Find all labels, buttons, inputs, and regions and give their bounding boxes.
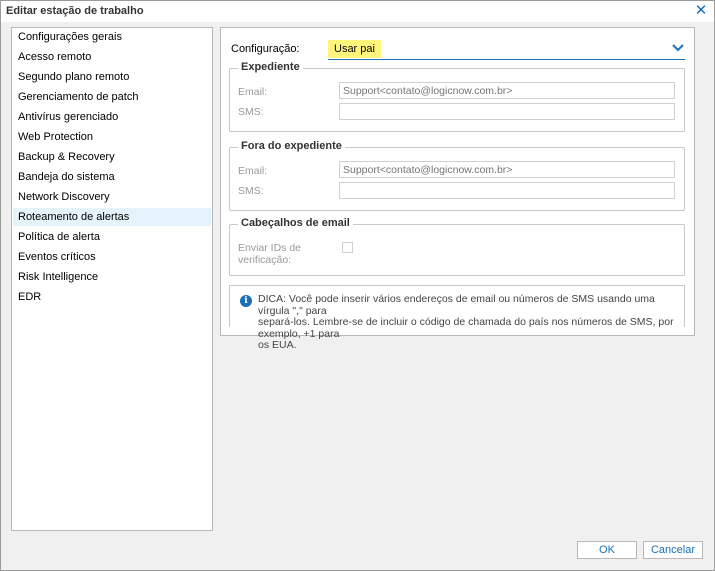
expediente-group: Expediente Email: SMS:: [229, 61, 685, 132]
expediente-sms-label: SMS:: [238, 106, 264, 118]
dialog-title: Editar estação de trabalho: [6, 5, 144, 17]
sidebar-item-label: Gerenciamento de patch: [18, 91, 139, 103]
configuration-selected-value: Usar pai: [328, 40, 381, 58]
fora-do-expediente-title: Fora do expediente: [238, 140, 345, 152]
email-headers-title: Cabeçalhos de email: [238, 217, 353, 229]
sidebar-item-label: Bandeja do sistema: [18, 171, 115, 183]
configuration-label: Configuração:: [231, 43, 300, 55]
expediente-email-input[interactable]: [339, 82, 675, 99]
tip-line-3: os EUA.: [258, 339, 297, 351]
sidebar-item-risk-intelligence[interactable]: Risk Intelligence: [13, 268, 211, 286]
tip-text: DICA: Você pode inserir vários endereços…: [258, 293, 680, 352]
configuration-dropdown[interactable]: Usar pai: [328, 39, 685, 60]
info-icon: i: [240, 295, 252, 307]
sidebar-item-segundo-plano-remoto[interactable]: Segundo plano remoto: [13, 68, 211, 86]
expediente-email-label: Email:: [238, 86, 268, 98]
fora-email-label: Email:: [238, 165, 268, 177]
tip-line-2: separá-los. Lembre-se de incluir o códig…: [258, 316, 674, 340]
sidebar-item-network-discovery[interactable]: Network Discovery: [13, 188, 211, 206]
chevron-down-icon[interactable]: [671, 40, 685, 56]
sidebar-item-label: Web Protection: [18, 131, 94, 143]
sidebar-item-acesso-remoto[interactable]: Acesso remoto: [13, 48, 211, 66]
sidebar-item-label: Configurações gerais: [18, 31, 122, 43]
expediente-sms-input[interactable]: [339, 103, 675, 120]
sidebar-item-eventos-criticos[interactable]: Eventos críticos: [13, 248, 211, 266]
sidebar-item-label: Backup & Recovery: [18, 151, 115, 163]
close-icon[interactable]: ✕: [694, 3, 708, 19]
email-headers-group: Cabeçalhos de email Enviar IDs de verifi…: [229, 217, 685, 276]
tip-line-1: DICA: Você pode inserir vários endereços…: [258, 293, 655, 317]
fora-sms-label: SMS:: [238, 185, 264, 197]
sidebar-item-label: Eventos críticos: [18, 251, 96, 263]
sidebar-item-roteamento-de-alertas[interactable]: Roteamento de alertas: [13, 208, 211, 226]
sidebar-item-label: Antivírus gerenciado: [18, 111, 119, 123]
sidebar-item-gerenciamento-de-patch[interactable]: Gerenciamento de patch: [13, 88, 211, 106]
sidebar-item-bandeja-do-sistema[interactable]: Bandeja do sistema: [13, 168, 211, 186]
sidebar-item-label: Segundo plano remoto: [18, 71, 130, 83]
fora-sms-input[interactable]: [339, 182, 675, 199]
cancel-button[interactable]: Cancelar: [643, 541, 703, 559]
send-ids-label-line1: Enviar IDs de: [238, 242, 302, 254]
edit-workstation-dialog: Editar estação de trabalho ✕ Configuraçõ…: [0, 0, 715, 571]
sidebar-item-label: Acesso remoto: [18, 51, 92, 63]
sidebar-item-label: EDR: [18, 291, 42, 303]
sidebar-item-label: Risk Intelligence: [18, 271, 99, 283]
sidebar-item-label: Roteamento de alertas: [18, 211, 130, 223]
send-ids-checkbox[interactable]: [342, 242, 353, 253]
send-ids-label-line2: verificação:: [238, 254, 292, 266]
sidebar-item-web-protection[interactable]: Web Protection: [13, 128, 211, 146]
sidebar-item-configuracoes-gerais[interactable]: Configurações gerais: [13, 28, 211, 46]
alert-routing-panel: Configuração: Usar pai Expediente Email:…: [220, 27, 695, 351]
sidebar-item-backup-recovery[interactable]: Backup & Recovery: [13, 148, 211, 166]
sidebar-item-label: Política de alerta: [18, 231, 100, 243]
sidebar-item-politica-de-alerta[interactable]: Política de alerta: [13, 228, 211, 246]
ok-button[interactable]: OK: [577, 541, 637, 559]
tip-box: i DICA: Você pode inserir vários endereç…: [229, 285, 685, 351]
expediente-title: Expediente: [238, 61, 303, 73]
sidebar-item-edr[interactable]: EDR: [13, 288, 211, 306]
fora-do-expediente-group: Fora do expediente Email: SMS:: [229, 140, 685, 211]
sidebar-item-label: Network Discovery: [18, 191, 110, 203]
fora-email-input[interactable]: [339, 161, 675, 178]
sidebar-item-antivirus-gerenciado[interactable]: Antivírus gerenciado: [13, 108, 211, 126]
title-bar: Editar estação de trabalho ✕: [1, 1, 714, 22]
settings-sidebar: Configurações gerais Acesso remoto Segun…: [11, 27, 213, 531]
